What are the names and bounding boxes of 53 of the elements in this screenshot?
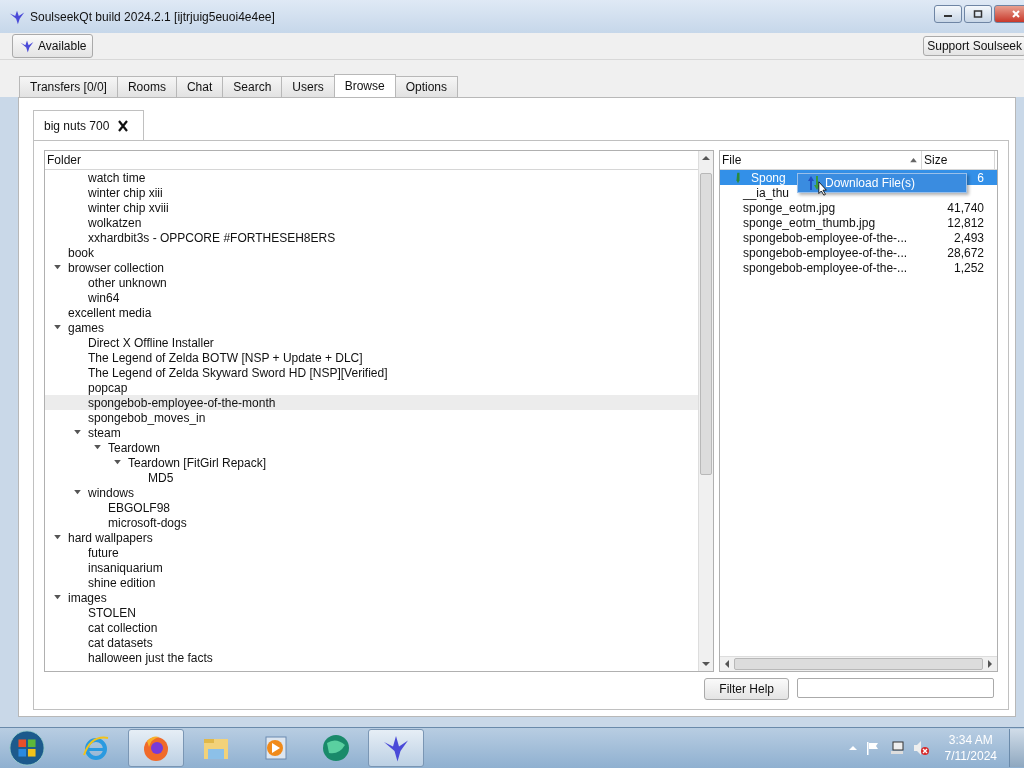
window-title: SoulseekQt build 2024.2.1 [ijtrjuig5euoi4e4ee]: [30, 9, 275, 24]
folder-name: other unknown: [88, 275, 167, 290]
folder-name: microsoft-dogs: [108, 515, 187, 530]
file-name: sponge_eotm.jpg: [743, 200, 836, 215]
file-size: 41,740: [947, 200, 984, 215]
file-size: 12,812: [947, 215, 984, 230]
folder-name: Direct X Offline Installer: [88, 335, 214, 350]
folder-name: win64: [88, 290, 120, 305]
folder-name: Teardown: [108, 440, 161, 455]
folder-name: book: [68, 245, 95, 260]
folder-name: wolkatzen: [88, 215, 142, 230]
file-name: Spong: [751, 170, 786, 185]
folder-name: STOLEN: [88, 605, 136, 620]
file-name: spongebob-employee-of-the-...: [743, 230, 908, 245]
folder-name: spongebob-employee-of-the-month: [88, 395, 276, 410]
folder-name: popcap: [88, 380, 128, 395]
menu-label: Download File(s): [825, 176, 916, 190]
folder-name: EBGOLF98: [108, 500, 171, 515]
column-label: File: [722, 153, 742, 167]
folder-name: Teardown [FitGirl Repack]: [128, 455, 267, 470]
folder-name: shine edition: [88, 575, 156, 590]
folder-name: spongebob_moves_in: [88, 410, 206, 425]
file-name: __ia_thu: [743, 185, 790, 200]
file-size: 6: [977, 170, 984, 185]
folder-name: future: [88, 545, 119, 560]
file-name: spongebob-employee-of-the-...: [743, 260, 908, 275]
folder-name: windows: [88, 485, 135, 500]
folder-name: MD5: [148, 470, 174, 485]
clock-date: 7/11/2024: [944, 748, 997, 764]
folder-name: steam: [88, 425, 121, 440]
folder-name: browser collection: [68, 260, 165, 275]
user-tab-label: big nuts 700: [44, 118, 110, 133]
folder-name: winter chip xviii: [88, 200, 169, 215]
folder-name: excellent media: [68, 305, 152, 320]
folder-name: The Legend of Zelda Skyward Sword HD [NSP][Verified]: [88, 365, 388, 380]
folder-name: games: [68, 320, 105, 335]
folder-name: halloween just the facts: [88, 650, 213, 665]
folder-name: insaniquarium: [88, 560, 163, 575]
column-label: Size: [924, 153, 948, 167]
folder-name: cat collection: [88, 620, 158, 635]
folder-name: winter chip xiii: [88, 185, 163, 200]
folder-name: cat datasets: [88, 635, 153, 650]
file-size: 1,252: [953, 260, 984, 275]
file-name: sponge_eotm_thumb.jpg: [743, 215, 876, 230]
clock-time: 3:34 AM: [948, 732, 993, 748]
folder-name: xxhardbit3s - OPPCORE #FORTHESEH8ERS: [88, 230, 336, 245]
folder-name: watch time: [88, 170, 146, 185]
folder-name: hard wallpapers: [68, 530, 153, 545]
folder-name: images: [68, 590, 107, 605]
file-size: 28,672: [947, 245, 984, 260]
file-name: spongebob-employee-of-the-...: [743, 245, 908, 260]
folder-name: The Legend of Zelda BOTW [NSP + Update + DLC]: [88, 350, 363, 365]
file-size: 2,493: [953, 230, 984, 245]
